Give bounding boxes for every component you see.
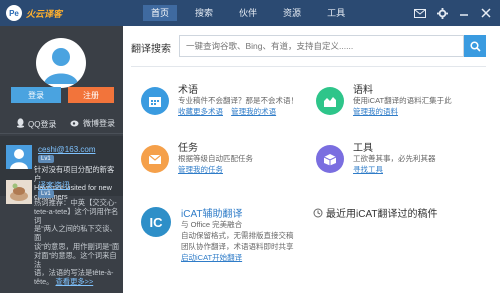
news-more-link[interactable]: 查看更多>> — [56, 277, 94, 286]
find-tools-link[interactable]: 寻找工具 — [353, 165, 383, 174]
recent-files-heading: 最近用iCAT翻译过的稿件 — [313, 205, 437, 220]
corpus-icon — [316, 87, 344, 115]
news-line: tete-a-tete】这个词用作名词 — [34, 206, 119, 225]
news-line: 是“两人之间的私下交谈、面 — [34, 224, 117, 243]
mail-icon[interactable] — [412, 6, 428, 20]
icat-line: 与 Office 完美融合 — [181, 220, 243, 229]
qq-login-link[interactable]: QQ登录 — [16, 118, 56, 130]
icat-title: iCAT辅助翻译 — [181, 209, 243, 220]
tasks-icon — [141, 145, 169, 173]
news-body: 热词推荐：中英【交交心- tete-a-tete】这个词用作名词 是“两人之间的… — [34, 198, 120, 287]
login-button[interactable]: 登录 — [11, 87, 61, 103]
minimize-icon[interactable] — [456, 6, 472, 20]
terms-icon — [141, 87, 169, 115]
tools-icon — [316, 145, 344, 173]
news-line: 对面”的意思。这个词来自法 — [34, 250, 117, 269]
nav-tools[interactable]: 工具 — [319, 5, 353, 21]
manage-corpus-link[interactable]: 管理我的语料 — [353, 107, 398, 116]
user-email-link[interactable]: ceshi@163.com — [38, 145, 95, 154]
terms-title: 术语 — [178, 85, 198, 96]
app-logo: Pe 火云译客 — [6, 5, 62, 21]
qq-icon — [16, 118, 25, 130]
manage-tasks-link[interactable]: 管理我的任务 — [178, 165, 223, 174]
user-thumbnail — [6, 145, 32, 169]
manage-terms-link[interactable]: 管理我的术语 — [231, 107, 276, 116]
register-button[interactable]: 注册 — [68, 87, 114, 103]
weibo-login-label: 微博登录 — [83, 119, 115, 128]
app-name: 火云译客 — [26, 8, 63, 19]
tasks-title: 任务 — [178, 143, 198, 154]
icat-icon: IC — [141, 207, 171, 237]
user-level-badge: Lv1 — [38, 155, 54, 163]
main-nav: 首页 搜索 伙伴 资源 工具 — [143, 5, 363, 21]
search-label: 翻译搜索 — [131, 44, 171, 55]
news-level-badge: Lv1 — [38, 190, 54, 198]
sidebar: 登录 注册 QQ登录 微博登录 ceshi@163.com Lv1 针对没有项目… — [0, 26, 123, 293]
collect-terms-link[interactable]: 收藏更多术语 — [178, 107, 223, 116]
recent-title: 最近用iCAT翻译过的稿件 — [326, 209, 438, 220]
corpus-links: 管理我的语料 — [353, 106, 404, 117]
tasks-links: 管理我的任务 — [178, 164, 229, 175]
search-input[interactable] — [179, 35, 464, 57]
launch-icat-link[interactable]: 启动iCAT开始翻译 — [181, 253, 242, 262]
icat-description: 与 Office 完美融合 自动保留格式，无需排版直接交稿 团队协作翻译，术语语… — [181, 219, 294, 263]
tools-title: 工具 — [353, 143, 373, 154]
terms-links: 收藏更多术语 管理我的术语 — [178, 106, 282, 117]
tools-links: 寻找工具 — [353, 164, 389, 175]
window-controls — [406, 6, 494, 20]
logo-badge: Pe — [6, 5, 22, 21]
weibo-icon — [70, 118, 80, 129]
news-card: 译客资讯 Lv1 热词推荐：中英【交交心- tete-a-tete】这个词用作名… — [0, 176, 123, 293]
avatar[interactable] — [36, 38, 86, 88]
search-icon — [469, 40, 481, 52]
gear-icon[interactable] — [434, 6, 450, 20]
nav-partners[interactable]: 伙伴 — [231, 5, 265, 21]
corpus-title: 语料 — [353, 85, 373, 96]
weibo-login-link[interactable]: 微博登录 — [70, 118, 115, 129]
clock-icon — [313, 208, 323, 218]
qq-login-label: QQ登录 — [28, 119, 57, 129]
tools-desc: 工欲善其事，必先利其器 — [353, 154, 436, 163]
nav-search[interactable]: 搜索 — [187, 5, 221, 21]
tasks-desc: 根据等级自动匹配任务 — [178, 154, 253, 163]
search-button[interactable] — [464, 35, 486, 57]
news-line: tête。 — [34, 277, 54, 287]
close-icon[interactable] — [478, 6, 494, 20]
nav-home[interactable]: 首页 — [143, 5, 178, 21]
top-bar: Pe 火云译客 首页 搜索 伙伴 资源 工具 — [0, 0, 500, 26]
icat-line: 团队协作翻译，术语语料即时共享 — [181, 242, 294, 251]
corpus-desc: 使用iCAT翻译的语料汇集于此 — [353, 96, 452, 105]
main-divider — [131, 66, 486, 67]
nav-resources[interactable]: 资源 — [275, 5, 309, 21]
terms-desc: 专业稿件不会翻译？那是不会术语！ — [178, 96, 298, 105]
sidebar-divider — [0, 133, 123, 134]
icat-line: 自动保留格式，无需排版直接交稿 — [181, 231, 294, 240]
news-thumbnail — [6, 180, 32, 204]
